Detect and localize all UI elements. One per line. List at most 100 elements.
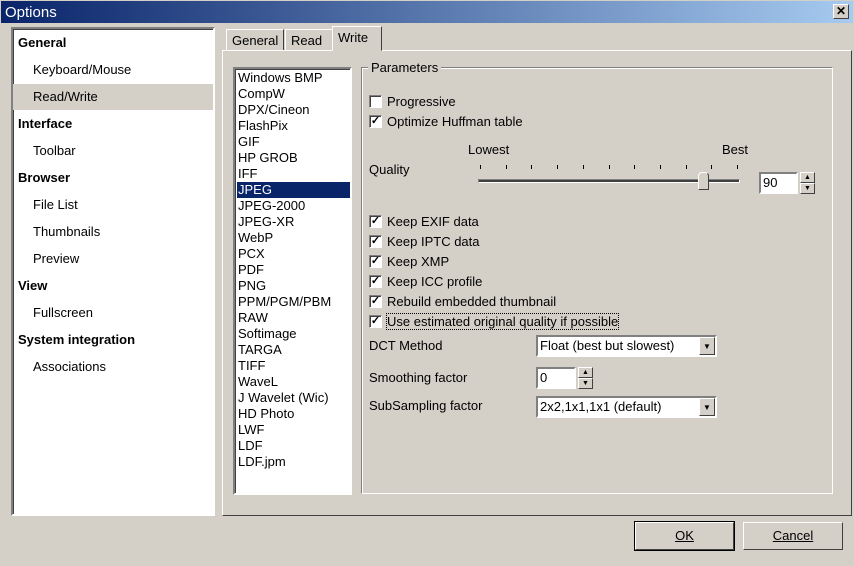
checkbox-box[interactable]: ✓ bbox=[369, 114, 382, 128]
quality-low-label: Lowest bbox=[468, 142, 510, 157]
slider-tick bbox=[737, 165, 738, 169]
smoothing-input[interactable]: 0 bbox=[536, 367, 576, 389]
format-item[interactable]: PPM/PGM/PBM bbox=[237, 294, 350, 310]
quality-spin-down[interactable]: ▼ bbox=[800, 183, 815, 194]
format-item[interactable]: IFF bbox=[237, 166, 350, 182]
option-checkbox[interactable]: ✓ Keep IPTC data bbox=[369, 233, 480, 249]
format-item[interactable]: JPEG-2000 bbox=[237, 198, 350, 214]
quality-label: Quality bbox=[369, 162, 410, 177]
checkbox-box[interactable]: ✓ bbox=[369, 214, 382, 228]
smoothing-spin-down[interactable]: ▼ bbox=[578, 378, 593, 389]
format-list[interactable]: Windows BMP CompW DPX/Cineon FlashPix GIF HP … bbox=[233, 67, 352, 495]
cancel-label: Cancel bbox=[772, 528, 814, 543]
checkbox-label: Optimize Huffman table bbox=[387, 113, 523, 129]
nav-item-interface[interactable]: Interface bbox=[13, 111, 213, 137]
format-item[interactable]: TIFF bbox=[237, 358, 350, 374]
format-item[interactable]: WaveL bbox=[237, 374, 350, 390]
tab-general[interactable]: General bbox=[226, 29, 284, 51]
chevron-down-icon[interactable]: ▼ bbox=[699, 337, 715, 355]
format-item[interactable]: FlashPix bbox=[237, 118, 350, 134]
option-checkbox[interactable]: ✓ Rebuild embedded thumbnail bbox=[369, 293, 556, 309]
ok-label: OK bbox=[675, 528, 694, 543]
format-item[interactable]: PNG bbox=[237, 278, 350, 294]
format-item[interactable]: RAW bbox=[237, 310, 350, 326]
checkbox-label: Rebuild embedded thumbnail bbox=[387, 293, 557, 309]
format-item[interactable]: PDF bbox=[237, 262, 350, 278]
nav-item-file-list[interactable]: File List bbox=[13, 192, 213, 218]
format-item[interactable]: GIF bbox=[237, 134, 350, 150]
nav-item-browser[interactable]: Browser bbox=[13, 165, 213, 191]
smoothing-label: Smoothing factor bbox=[369, 370, 468, 385]
dct-value: Float (best but slowest) bbox=[540, 338, 675, 353]
nav-item-associations[interactable]: Associations bbox=[13, 354, 213, 380]
option-checkbox[interactable]: ✓ Keep EXIF data bbox=[369, 213, 479, 229]
slider-tick bbox=[480, 165, 481, 169]
slider-tick bbox=[505, 165, 507, 169]
quality-slider-thumb[interactable] bbox=[698, 172, 709, 190]
nav-item-general[interactable]: General bbox=[13, 30, 213, 56]
dct-method-select[interactable]: Float (best but slowest) ▼ bbox=[536, 335, 717, 357]
slider-tick bbox=[531, 165, 533, 169]
nav-item-fullscreen[interactable]: Fullscreen bbox=[13, 300, 213, 326]
tab-write[interactable]: Write bbox=[332, 26, 382, 51]
checkbox-box[interactable]: ✓ bbox=[369, 274, 382, 288]
checkbox-label: Progressive bbox=[387, 93, 456, 109]
nav-item-view[interactable]: View bbox=[13, 273, 213, 299]
slider-tick bbox=[582, 165, 584, 169]
format-item[interactable]: JPEG bbox=[237, 182, 350, 198]
subsampling-label: SubSampling factor bbox=[369, 398, 483, 413]
subsampling-select[interactable]: 2x2,1x1,1x1 (default) ▼ bbox=[536, 396, 717, 418]
subsampling-value: 2x2,1x1,1x1 (default) bbox=[540, 399, 662, 414]
checkbox-label: Keep XMP bbox=[387, 253, 450, 269]
option-checkbox[interactable]: ✓ Use estimated original quality if possi… bbox=[369, 312, 620, 330]
progressive-checkbox[interactable]: Progressive bbox=[369, 93, 456, 109]
format-item[interactable]: PCX bbox=[237, 246, 350, 262]
format-item[interactable]: Windows BMP bbox=[237, 70, 350, 86]
close-button[interactable]: ✕ bbox=[833, 4, 849, 19]
quality-input[interactable]: 90 bbox=[759, 172, 798, 194]
cancel-button[interactable]: Cancel bbox=[743, 522, 843, 550]
checkbox-box[interactable]: ✓ bbox=[369, 234, 382, 248]
format-item[interactable]: HD Photo bbox=[237, 406, 350, 422]
ok-button[interactable]: OK bbox=[635, 522, 734, 550]
nav-item-system-integration[interactable]: System integration bbox=[13, 327, 213, 353]
format-item[interactable]: Softimage bbox=[237, 326, 350, 342]
quality-high-label: Best bbox=[722, 142, 749, 157]
slider-tick bbox=[711, 165, 713, 169]
format-item[interactable]: DPX/Cineon bbox=[237, 102, 350, 118]
smoothing-spin-up[interactable]: ▲ bbox=[578, 367, 593, 378]
nav-item-preview[interactable]: Preview bbox=[13, 246, 213, 272]
nav-item-thumbnails[interactable]: Thumbnails bbox=[13, 219, 213, 245]
format-item[interactable]: JPEG-XR bbox=[237, 214, 350, 230]
huffman-checkbox[interactable]: ✓ Optimize Huffman table bbox=[369, 113, 523, 129]
checkbox-label: Keep ICC profile bbox=[387, 273, 483, 289]
nav-item-keyboard-mouse[interactable]: Keyboard/Mouse bbox=[13, 57, 213, 83]
slider-tick bbox=[659, 165, 661, 169]
format-item[interactable]: WebP bbox=[237, 230, 350, 246]
format-item[interactable]: HP GROB bbox=[237, 150, 350, 166]
checkbox-label: Use estimated original quality if possib… bbox=[385, 312, 620, 330]
checkbox-box[interactable]: ✓ bbox=[369, 314, 382, 328]
format-item[interactable]: J Wavelet (Wic) bbox=[237, 390, 350, 406]
slider-tick bbox=[557, 165, 559, 169]
checkbox-box[interactable]: ✓ bbox=[369, 254, 382, 268]
title-bar: Options ✕ bbox=[0, 0, 854, 24]
dct-label: DCT Method bbox=[369, 338, 443, 353]
nav-item-read-write[interactable]: Read/Write bbox=[13, 84, 213, 110]
nav-item-toolbar[interactable]: Toolbar bbox=[13, 138, 213, 164]
format-item[interactable]: LDF bbox=[237, 438, 350, 454]
checkbox-box[interactable] bbox=[369, 94, 382, 108]
chevron-down-icon[interactable]: ▼ bbox=[699, 398, 715, 416]
checkbox-box[interactable]: ✓ bbox=[369, 294, 382, 308]
format-item[interactable]: LDF.jpm bbox=[237, 454, 350, 470]
option-checkbox[interactable]: ✓ Keep XMP bbox=[369, 253, 449, 269]
slider-tick bbox=[608, 165, 610, 169]
format-item[interactable]: CompW bbox=[237, 86, 350, 102]
window-title: Options bbox=[5, 4, 57, 21]
quality-spin-up[interactable]: ▲ bbox=[800, 172, 815, 183]
tab-read[interactable]: Read bbox=[285, 29, 333, 51]
option-checkbox[interactable]: ✓ Keep ICC profile bbox=[369, 273, 482, 289]
format-item[interactable]: TARGA bbox=[237, 342, 350, 358]
category-list[interactable]: General Keyboard/Mouse Read/Write Interface… bbox=[11, 27, 215, 516]
format-item[interactable]: LWF bbox=[237, 422, 350, 438]
